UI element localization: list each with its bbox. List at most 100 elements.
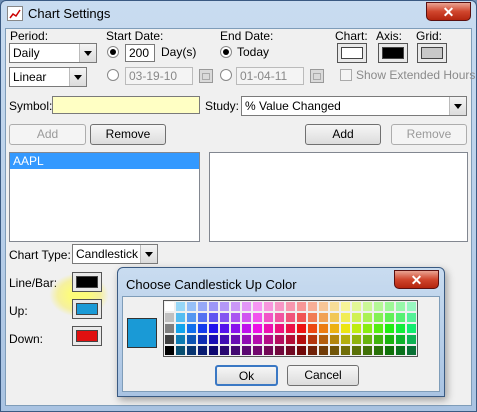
- palette-swatch[interactable]: [406, 301, 417, 312]
- end-date-radio[interactable]: [220, 69, 232, 81]
- palette-swatch[interactable]: [186, 312, 197, 323]
- palette-swatch[interactable]: [395, 323, 406, 334]
- down-color-button[interactable]: [72, 326, 102, 346]
- palette-swatch[interactable]: [175, 323, 186, 334]
- palette-swatch[interactable]: [362, 345, 373, 356]
- palette-swatch[interactable]: [230, 323, 241, 334]
- chart-type-select[interactable]: Candlestick: [72, 244, 158, 264]
- palette-swatch[interactable]: [197, 345, 208, 356]
- line-bar-color-button[interactable]: [72, 272, 102, 292]
- palette-swatch[interactable]: [351, 312, 362, 323]
- cancel-button[interactable]: Cancel: [287, 365, 359, 386]
- palette-swatch[interactable]: [373, 323, 384, 334]
- palette-swatch[interactable]: [175, 334, 186, 345]
- palette-swatch[interactable]: [351, 323, 362, 334]
- palette-swatch[interactable]: [164, 334, 175, 345]
- symbols-list[interactable]: AAPL: [9, 152, 200, 242]
- palette-swatch[interactable]: [175, 301, 186, 312]
- palette-swatch[interactable]: [186, 334, 197, 345]
- palette-swatch[interactable]: [252, 301, 263, 312]
- end-today-radio[interactable]: [220, 46, 232, 58]
- palette-swatch[interactable]: [219, 312, 230, 323]
- palette-swatch[interactable]: [285, 334, 296, 345]
- ok-button[interactable]: Ok: [215, 365, 278, 386]
- study-select[interactable]: % Value Changed: [241, 96, 467, 116]
- window-close-button[interactable]: ✕: [426, 2, 471, 21]
- palette-swatch[interactable]: [340, 323, 351, 334]
- palette-swatch[interactable]: [208, 323, 219, 334]
- palette-swatch[interactable]: [318, 323, 329, 334]
- palette-swatch[interactable]: [197, 323, 208, 334]
- palette-swatch[interactable]: [395, 301, 406, 312]
- start-date-radio[interactable]: [107, 69, 119, 81]
- palette-swatch[interactable]: [395, 334, 406, 345]
- palette-swatch[interactable]: [285, 301, 296, 312]
- palette-swatch[interactable]: [362, 323, 373, 334]
- palette-swatch[interactable]: [186, 301, 197, 312]
- palette-swatch[interactable]: [384, 312, 395, 323]
- palette-swatch[interactable]: [373, 301, 384, 312]
- palette-swatch[interactable]: [384, 334, 395, 345]
- palette-swatch[interactable]: [263, 312, 274, 323]
- palette-swatch[interactable]: [241, 334, 252, 345]
- studies-list[interactable]: [209, 152, 468, 242]
- palette-swatch[interactable]: [186, 323, 197, 334]
- palette-swatch[interactable]: [208, 334, 219, 345]
- palette-swatch[interactable]: [230, 301, 241, 312]
- palette-swatch[interactable]: [252, 312, 263, 323]
- palette-swatch[interactable]: [296, 301, 307, 312]
- palette-swatch[interactable]: [373, 334, 384, 345]
- palette-swatch[interactable]: [307, 301, 318, 312]
- palette-swatch[interactable]: [274, 345, 285, 356]
- palette-swatch[interactable]: [296, 334, 307, 345]
- list-item[interactable]: AAPL: [10, 153, 199, 169]
- palette-swatch[interactable]: [263, 334, 274, 345]
- palette-swatch[interactable]: [274, 312, 285, 323]
- palette-swatch[interactable]: [362, 334, 373, 345]
- palette-swatch[interactable]: [395, 312, 406, 323]
- palette-swatch[interactable]: [307, 345, 318, 356]
- palette-swatch[interactable]: [263, 323, 274, 334]
- calendar-icon[interactable]: [199, 69, 213, 83]
- palette-swatch[interactable]: [329, 312, 340, 323]
- palette-swatch[interactable]: [307, 312, 318, 323]
- palette-swatch[interactable]: [351, 334, 362, 345]
- palette-swatch[interactable]: [263, 345, 274, 356]
- palette-swatch[interactable]: [318, 312, 329, 323]
- palette-swatch[interactable]: [285, 323, 296, 334]
- start-days-input[interactable]: 200: [125, 44, 155, 62]
- palette-swatch[interactable]: [384, 323, 395, 334]
- palette-swatch[interactable]: [241, 323, 252, 334]
- palette-swatch[interactable]: [197, 312, 208, 323]
- palette-swatch[interactable]: [175, 312, 186, 323]
- palette-swatch[interactable]: [406, 345, 417, 356]
- palette-swatch[interactable]: [241, 301, 252, 312]
- palette-swatch[interactable]: [318, 345, 329, 356]
- palette-swatch[interactable]: [230, 312, 241, 323]
- palette-swatch[interactable]: [318, 334, 329, 345]
- palette-swatch[interactable]: [362, 312, 373, 323]
- period-select[interactable]: Daily: [9, 43, 97, 63]
- palette-swatch[interactable]: [406, 312, 417, 323]
- add-symbol-button[interactable]: Add: [9, 124, 86, 145]
- palette-swatch[interactable]: [329, 323, 340, 334]
- palette-swatch[interactable]: [219, 334, 230, 345]
- title-bar[interactable]: Chart Settings ✕: [1, 1, 476, 27]
- palette-swatch[interactable]: [252, 323, 263, 334]
- palette-swatch[interactable]: [351, 345, 362, 356]
- palette-swatch[interactable]: [307, 323, 318, 334]
- palette-swatch[interactable]: [164, 312, 175, 323]
- grid-color-button[interactable]: [417, 43, 447, 63]
- symbol-input[interactable]: [52, 96, 200, 114]
- palette-swatch[interactable]: [219, 323, 230, 334]
- palette-swatch[interactable]: [285, 312, 296, 323]
- axis-color-button[interactable]: [378, 43, 408, 63]
- start-date-input[interactable]: 03-19-10: [125, 67, 193, 85]
- up-color-button[interactable]: [72, 299, 102, 319]
- palette-swatch[interactable]: [395, 345, 406, 356]
- palette-swatch[interactable]: [340, 312, 351, 323]
- palette-swatch[interactable]: [230, 334, 241, 345]
- palette-swatch[interactable]: [384, 301, 395, 312]
- palette-swatch[interactable]: [164, 301, 175, 312]
- palette-swatch[interactable]: [175, 345, 186, 356]
